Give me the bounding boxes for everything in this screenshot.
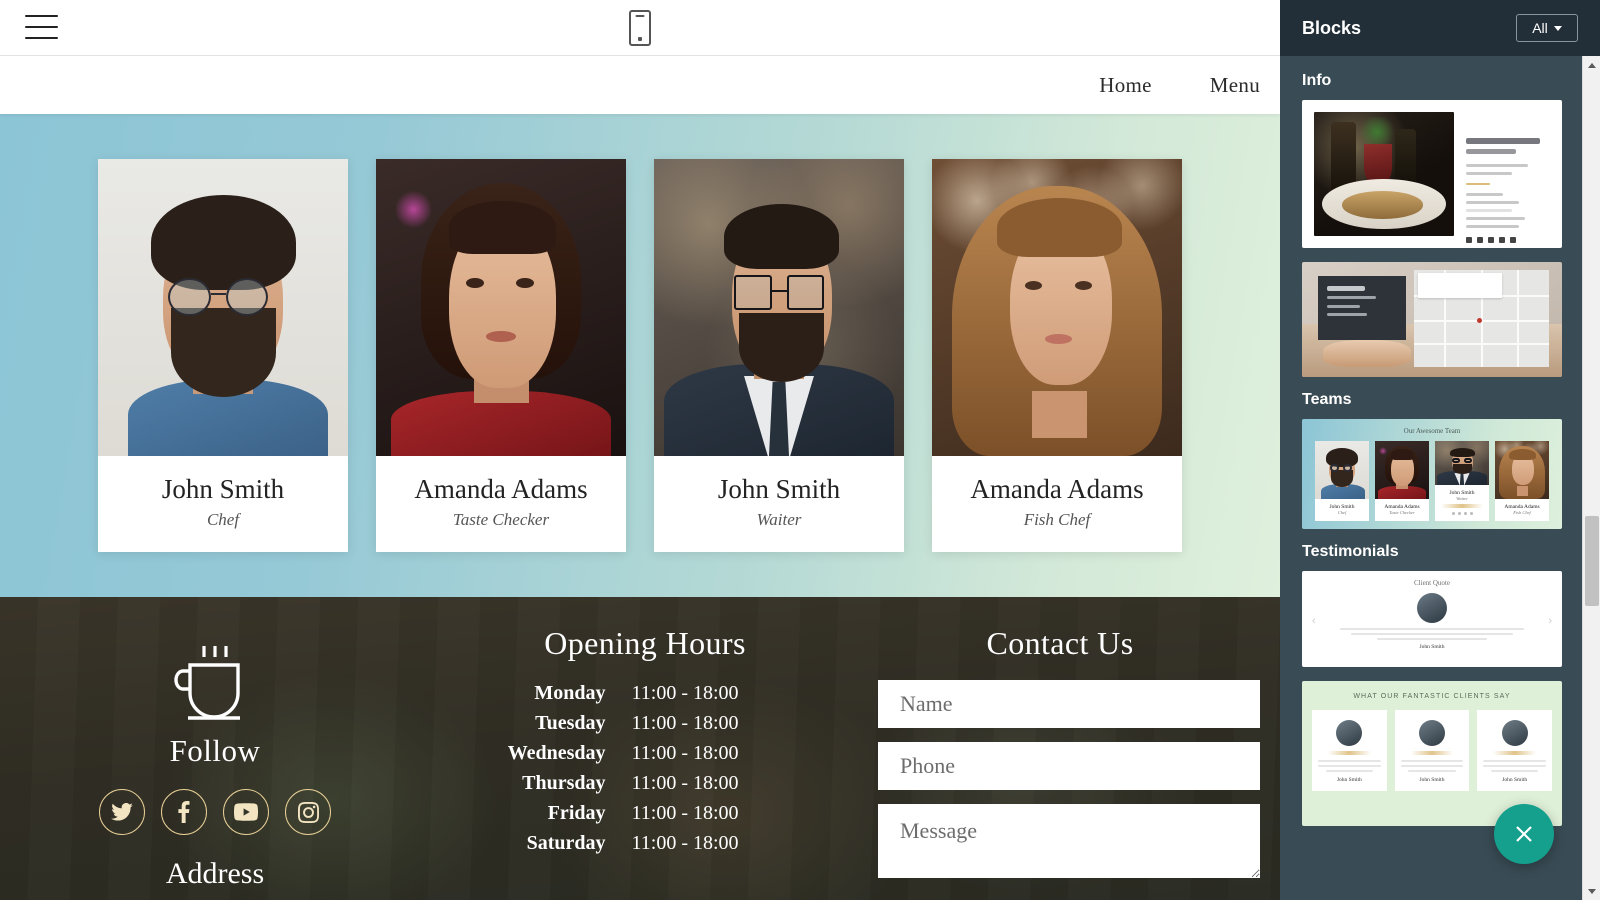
facebook-icon[interactable] bbox=[161, 789, 207, 835]
carousel-next-icon[interactable]: › bbox=[1548, 615, 1552, 627]
team-block-caption: Our Awesome Team bbox=[1403, 427, 1461, 435]
group-title-teams: Teams bbox=[1302, 391, 1352, 408]
blocks-panel-header: Blocks All bbox=[1280, 0, 1600, 56]
hours-time: 11:00 - 18:00 bbox=[631, 742, 739, 764]
hours-time: 11:00 - 18:00 bbox=[631, 802, 739, 824]
instagram-icon[interactable] bbox=[285, 789, 331, 835]
member-photo bbox=[932, 159, 1182, 456]
hours-time: 11:00 - 18:00 bbox=[631, 712, 739, 734]
member-role: Chef bbox=[206, 510, 240, 529]
block-thumb-client-quote[interactable]: Client Quote John Smith ‹ › bbox=[1302, 571, 1562, 667]
quote-avatar bbox=[1417, 593, 1447, 623]
team-thumb-card: Amanda Adams Taste Checker bbox=[1375, 441, 1429, 521]
hours-day: Saturday bbox=[526, 832, 606, 854]
social-icon-row bbox=[1466, 237, 1546, 243]
nav-link-home[interactable]: Home bbox=[1099, 73, 1152, 98]
blocks-panel: Blocks All Info Teams Our Awesome Team J… bbox=[1280, 0, 1600, 900]
block-thumb-awesome-team[interactable]: Our Awesome Team John Smith Chef Amanda … bbox=[1302, 419, 1562, 529]
scrollbar-thumb[interactable] bbox=[1585, 516, 1599, 606]
team-thumb-card: John Smith Waiter bbox=[1435, 441, 1489, 521]
hours-day: Friday bbox=[547, 802, 606, 824]
quote-block-caption: Client Quote bbox=[1414, 579, 1450, 587]
twitter-icon[interactable] bbox=[99, 789, 145, 835]
hours-day: Tuesday bbox=[535, 712, 606, 734]
chevron-down-icon bbox=[1553, 25, 1562, 31]
member-role: Taste Checker bbox=[452, 510, 550, 529]
opening-hours-title: Opening Hours bbox=[544, 625, 746, 661]
footer-hours-column: Opening Hours Monday 11:00 - 18:00 Tuesd… bbox=[430, 625, 860, 900]
follow-title: Follow bbox=[169, 733, 261, 768]
youtube-icon[interactable] bbox=[223, 789, 269, 835]
blocks-list: Info Teams Our Awesome Team John Smith C… bbox=[1280, 56, 1582, 900]
hours-time: 11:00 - 18:00 bbox=[631, 772, 739, 794]
footer-follow-column: Follow Address bbox=[0, 625, 430, 900]
address-title: Address bbox=[165, 857, 265, 890]
hours-time: 11:00 - 18:00 bbox=[631, 832, 739, 854]
social-links bbox=[0, 789, 430, 835]
restaurant-photo bbox=[1314, 112, 1454, 236]
hours-row: Monday 11:00 - 18:00 bbox=[430, 682, 860, 705]
close-icon bbox=[1516, 826, 1532, 842]
team-thumb-card: John Smith Chef bbox=[1315, 441, 1369, 521]
site-footer: Follow Address Opening Hours Monday 11:0… bbox=[0, 597, 1280, 900]
member-name: John Smith bbox=[717, 474, 841, 504]
app-toolbar bbox=[0, 0, 1280, 56]
member-name: Amanda Adams bbox=[970, 474, 1144, 504]
hours-day: Wednesday bbox=[507, 742, 606, 764]
member-photo bbox=[654, 159, 904, 456]
hours-row: Wednesday 11:00 - 18:00 bbox=[430, 742, 860, 765]
name-input[interactable] bbox=[878, 680, 1260, 728]
client-card: John Smith bbox=[1394, 710, 1470, 791]
member-role: Fish Chef bbox=[1023, 510, 1091, 529]
filter-label: All bbox=[1532, 20, 1548, 36]
hours-day: Monday bbox=[534, 682, 606, 704]
client-card: John Smith bbox=[1312, 710, 1387, 791]
team-member-card[interactable]: Amanda Adams Taste Checker bbox=[376, 159, 626, 552]
map-caption-card bbox=[1317, 275, 1406, 341]
hours-row: Thursday 11:00 - 18:00 bbox=[430, 772, 860, 795]
group-title-testimonials: Testimonials bbox=[1302, 543, 1399, 560]
panel-scrollbar[interactable] bbox=[1582, 56, 1600, 900]
member-photo bbox=[98, 159, 348, 456]
hours-row: Friday 11:00 - 18:00 bbox=[430, 802, 860, 825]
member-name: John Smith bbox=[161, 474, 285, 504]
coffee-cup-icon bbox=[174, 639, 256, 723]
map-preview bbox=[1413, 270, 1549, 367]
hours-day: Thursday bbox=[522, 772, 606, 794]
contact-form bbox=[860, 680, 1260, 878]
message-input[interactable] bbox=[878, 804, 1260, 878]
client-card: John Smith bbox=[1477, 710, 1553, 791]
group-title-info: Info bbox=[1302, 72, 1332, 89]
quote-author: John Smith bbox=[1419, 644, 1445, 650]
block-filter-dropdown[interactable]: All bbox=[1516, 14, 1578, 42]
contact-us-title: Contact Us bbox=[986, 625, 1134, 661]
team-member-card[interactable]: John Smith Waiter bbox=[654, 159, 904, 552]
hours-time: 11:00 - 18:00 bbox=[631, 682, 739, 704]
panel-title: Blocks bbox=[1302, 17, 1362, 38]
hours-row: Saturday 11:00 - 18:00 bbox=[430, 832, 860, 855]
nav-link-menu[interactable]: Menu bbox=[1210, 73, 1260, 98]
opening-hours-list: Monday 11:00 - 18:00 Tuesday 11:00 - 18:… bbox=[430, 682, 860, 855]
member-role: Waiter bbox=[756, 510, 802, 529]
team-member-card[interactable]: John Smith Chef bbox=[98, 159, 348, 552]
close-panel-button[interactable] bbox=[1494, 804, 1554, 864]
member-photo bbox=[376, 159, 626, 456]
scroll-down-icon[interactable] bbox=[1583, 882, 1600, 900]
block-thumb-map-location[interactable] bbox=[1302, 262, 1562, 377]
clients-block-caption: WHAT OUR FANTASTIC CLIENTS SAY bbox=[1353, 693, 1511, 700]
website-canvas: Home Menu John Smith Chef Amanda Adams T… bbox=[0, 56, 1280, 900]
team-section: John Smith Chef Amanda Adams Taste Check… bbox=[0, 114, 1280, 597]
site-navigation: Home Menu bbox=[0, 56, 1280, 114]
carousel-prev-icon[interactable]: ‹ bbox=[1312, 615, 1316, 627]
footer-contact-column: Contact Us bbox=[860, 625, 1260, 900]
member-name: Amanda Adams bbox=[414, 474, 588, 504]
phone-input[interactable] bbox=[878, 742, 1260, 790]
team-member-card[interactable]: Amanda Adams Fish Chef bbox=[932, 159, 1182, 552]
mobile-preview-icon[interactable] bbox=[629, 10, 651, 46]
scroll-up-icon[interactable] bbox=[1583, 56, 1600, 74]
team-thumb-card: Amanda Adams Fish Chef bbox=[1495, 441, 1549, 521]
hours-row: Tuesday 11:00 - 18:00 bbox=[430, 712, 860, 735]
block-thumb-restaurant-info[interactable] bbox=[1302, 100, 1562, 248]
hamburger-menu-icon[interactable] bbox=[25, 12, 58, 42]
